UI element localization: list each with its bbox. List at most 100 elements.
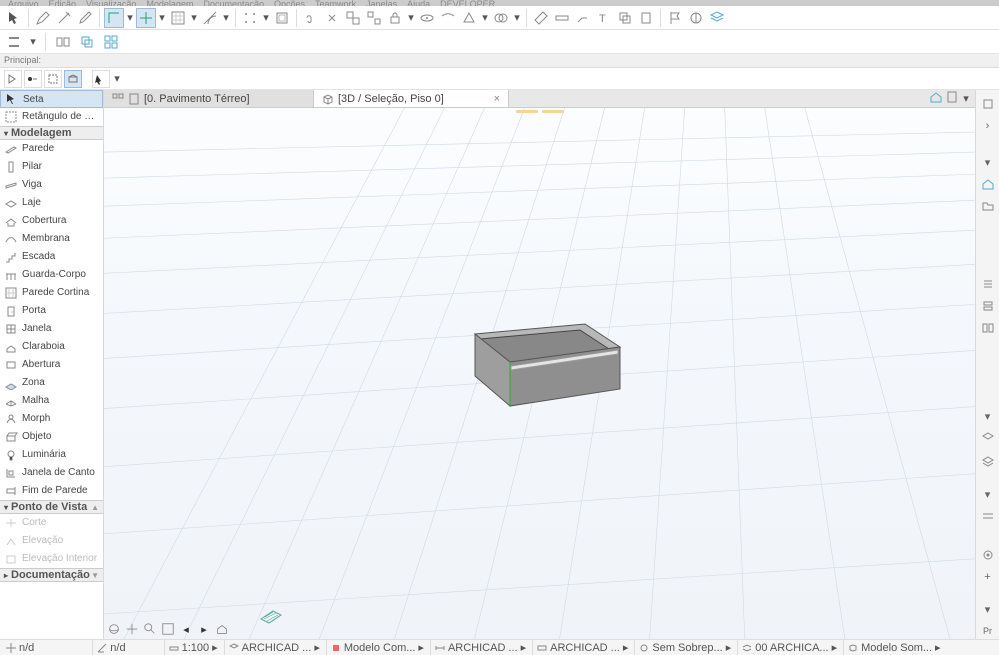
dropdown-icon[interactable]: ▾ (221, 11, 231, 24)
dropdown-icon[interactable]: ▾ (112, 72, 122, 85)
tool-roof[interactable]: Cobertura (0, 212, 103, 230)
layer-3d-icon[interactable] (707, 8, 727, 28)
group-pov[interactable]: ▾Ponto de Vista▲ (0, 500, 103, 514)
stack-icon[interactable] (980, 298, 996, 314)
tool-section[interactable]: Corte (0, 514, 103, 532)
sb-over[interactable]: Sem Sobrep...▸ (634, 640, 735, 655)
fit-icon[interactable] (160, 621, 176, 637)
home-view-icon[interactable] (214, 621, 230, 637)
detach-icon[interactable] (322, 8, 342, 28)
prop-expand-icon[interactable]: ▾ (980, 601, 996, 617)
close-tab-icon[interactable]: × (494, 93, 500, 105)
tool-pillar[interactable]: Pilar (0, 158, 103, 176)
mode-c-icon[interactable] (44, 70, 62, 88)
tool-slab[interactable]: Laje (0, 194, 103, 212)
tool-door[interactable]: Porta (0, 302, 103, 320)
tool-wall[interactable]: Parede (0, 140, 103, 158)
tab-floorplan[interactable]: [0. Pavimento Térreo] (104, 90, 314, 107)
tool-morph[interactable]: Morph (0, 410, 103, 428)
lock-icon[interactable] (385, 8, 405, 28)
tool-object[interactable]: Objeto (0, 428, 103, 446)
tool-rail[interactable]: Guarda-Corpo (0, 266, 103, 284)
cone-icon[interactable] (459, 8, 479, 28)
tool-lamp[interactable]: Luminária (0, 446, 103, 464)
tool-ielev[interactable]: Elevação Interior (0, 550, 103, 568)
snap-angle-icon[interactable] (200, 8, 220, 28)
tool-opening[interactable]: Abertura (0, 356, 103, 374)
nav-doc-icon[interactable] (945, 90, 959, 107)
attach-icon[interactable] (301, 8, 321, 28)
tile-icon[interactable] (101, 32, 121, 52)
tab-3d[interactable]: [3D / Seleção, Piso 0] × (314, 90, 509, 107)
sb-dim[interactable]: ARCHICAD ...▸ (430, 640, 530, 655)
measure-icon[interactable] (531, 8, 551, 28)
dropdown-icon[interactable]: ▾ (125, 11, 135, 24)
chevron-right-icon[interactable]: › (980, 118, 996, 134)
tool-cornerwin[interactable]: Janela de Canto (0, 464, 103, 482)
tool-beam[interactable]: Viga (0, 176, 103, 194)
tool-mesh[interactable]: Malha (0, 392, 103, 410)
dropdown-icon[interactable]: ▾ (406, 11, 416, 24)
show-icon[interactable] (438, 8, 458, 28)
tool-arrow[interactable]: Seta (0, 90, 103, 108)
sb-scale[interactable]: 1:100▸ (164, 640, 222, 655)
arrange-icon[interactable] (53, 32, 73, 52)
dropdown-icon[interactable]: ▾ (28, 35, 38, 48)
folder-icon[interactable] (980, 198, 996, 214)
tool-wallend[interactable]: Fim de Parede (0, 482, 103, 500)
hide-icon[interactable] (417, 8, 437, 28)
expand-icon[interactable]: ▾ (980, 154, 996, 170)
next-icon[interactable]: ▸ (196, 621, 212, 637)
snap-perp-icon[interactable] (136, 8, 156, 28)
sb-layers[interactable]: ARCHICAD ...▸ (224, 640, 324, 655)
tool-zone[interactable]: Zona (0, 374, 103, 392)
wand-icon[interactable] (54, 8, 74, 28)
expand3-icon[interactable]: ▾ (980, 486, 996, 502)
dropdown-icon[interactable]: ▾ (189, 11, 199, 24)
dropdown-icon[interactable]: ▾ (512, 11, 522, 24)
flag-circle-icon[interactable] (686, 8, 706, 28)
mode-a-icon[interactable] (4, 70, 22, 88)
orbit-icon[interactable] (106, 621, 122, 637)
sb-angle[interactable]: n/d (92, 640, 129, 655)
sb-cursor[interactable]: n/d (2, 640, 38, 655)
bool-icon[interactable] (491, 8, 511, 28)
tool-elev[interactable]: Elevação (0, 532, 103, 550)
dropper-icon[interactable] (75, 8, 95, 28)
pan-icon[interactable] (124, 621, 140, 637)
prev-icon[interactable]: ◂ (178, 621, 194, 637)
plus-icon[interactable]: + (980, 569, 996, 585)
sb-layers2[interactable]: 00 ARCHICA...▸ (737, 640, 841, 655)
layers2-icon[interactable] (980, 452, 996, 468)
mode-b-icon[interactable] (24, 70, 42, 88)
tool-stair[interactable]: Escada (0, 248, 103, 266)
3d-viewport[interactable]: ◂ ▸ (104, 108, 975, 639)
stack2-icon[interactable] (980, 320, 996, 336)
sb-struct[interactable]: ARCHICAD ...▸ (532, 640, 632, 655)
layers3-icon[interactable] (980, 508, 996, 524)
gear-icon[interactable] (980, 547, 996, 563)
group-doc[interactable]: ▸Documentação▼ (0, 568, 103, 582)
tool-skylight[interactable]: Claraboia (0, 338, 103, 356)
dropdown-icon[interactable]: ▾ (157, 11, 167, 24)
sb-pen[interactable]: Modelo Com...▸ (326, 640, 428, 655)
cursor-obj-icon[interactable] (92, 70, 110, 88)
dropdown-icon[interactable]: ▾ (480, 11, 490, 24)
offset-icon[interactable] (272, 8, 292, 28)
list-icon[interactable] (980, 276, 996, 292)
snap-corner-icon[interactable] (104, 8, 124, 28)
nav-toggle-icon[interactable] (980, 96, 996, 112)
pointer-tool-icon[interactable] (4, 8, 24, 28)
text-icon[interactable]: T (594, 8, 614, 28)
tool-membrane[interactable]: Membrana (0, 230, 103, 248)
group-icon[interactable] (343, 8, 363, 28)
drawer-object[interactable] (440, 314, 640, 434)
mode-d-icon[interactable] (64, 70, 82, 88)
paste-icon[interactable] (636, 8, 656, 28)
house-icon[interactable] (980, 176, 996, 192)
group-modelagem[interactable]: ▾Modelagem (0, 126, 103, 140)
flag-icon[interactable] (665, 8, 685, 28)
tool-marquee[interactable]: Retângulo de Seleção (0, 108, 103, 126)
dropdown-icon[interactable]: ▾ (261, 11, 271, 24)
tool-window[interactable]: Janela (0, 320, 103, 338)
